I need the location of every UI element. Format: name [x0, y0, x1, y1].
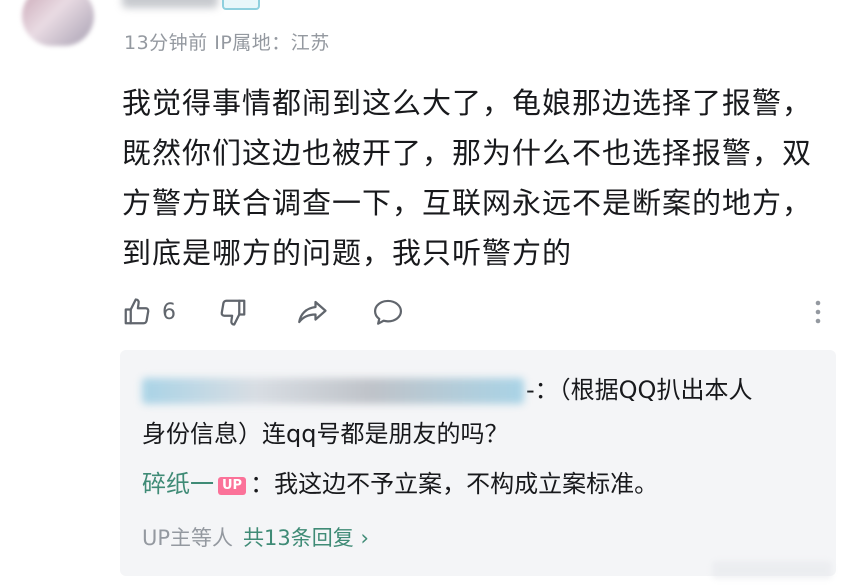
more-button[interactable] [812, 292, 824, 332]
like-count: 6 [162, 299, 176, 325]
avatar[interactable] [22, 0, 94, 46]
comment-text: 我觉得事情都闹到这么大了，龟娘那边选择了报警，既然你们这边也被开了，那为什么不也… [122, 86, 813, 270]
reply-text: -：（根据QQ扒出本人 [526, 376, 753, 404]
share-icon [296, 297, 330, 327]
comment-bubble-icon [372, 297, 404, 327]
replies-panel: -：（根据QQ扒出本人 身份信息）连qq号都是朋友的吗？ 碎纸一 UP ：我这边不予… [120, 350, 836, 576]
watermark [712, 561, 832, 579]
footer-users: UP主等人 [142, 526, 234, 550]
username-redacted[interactable] [122, 0, 218, 8]
thumbs-up-icon [122, 297, 152, 327]
reply-text-continued: 身份信息）连qq号都是朋友的吗？ [142, 420, 509, 448]
comment-meta: 13分钟前 IP属地：江苏 [124, 32, 330, 54]
view-all-replies-link[interactable]: 共13条回复 › [243, 526, 369, 550]
comment-actions: 6 [122, 292, 836, 332]
reply-item[interactable]: 碎纸一 UP ：我这边不予立案，不构成立案标准。 [142, 462, 658, 506]
level-badge [222, 0, 260, 10]
reply-button[interactable] [372, 292, 404, 332]
reply-username[interactable]: 碎纸一 [142, 470, 214, 498]
replies-footer[interactable]: UP主等人 共13条回复 › [142, 518, 369, 558]
up-badge: UP [218, 477, 247, 495]
thumbs-down-icon [218, 297, 248, 327]
reply-text: ：我这边不予立案，不构成立案标准。 [250, 470, 659, 498]
share-button[interactable] [296, 292, 330, 332]
like-button[interactable]: 6 [122, 292, 176, 332]
dislike-button[interactable] [218, 292, 248, 332]
reply-user-redacted[interactable] [142, 378, 524, 404]
reply-item[interactable]: -：（根据QQ扒出本人 [142, 368, 822, 412]
more-vertical-icon [812, 297, 824, 327]
